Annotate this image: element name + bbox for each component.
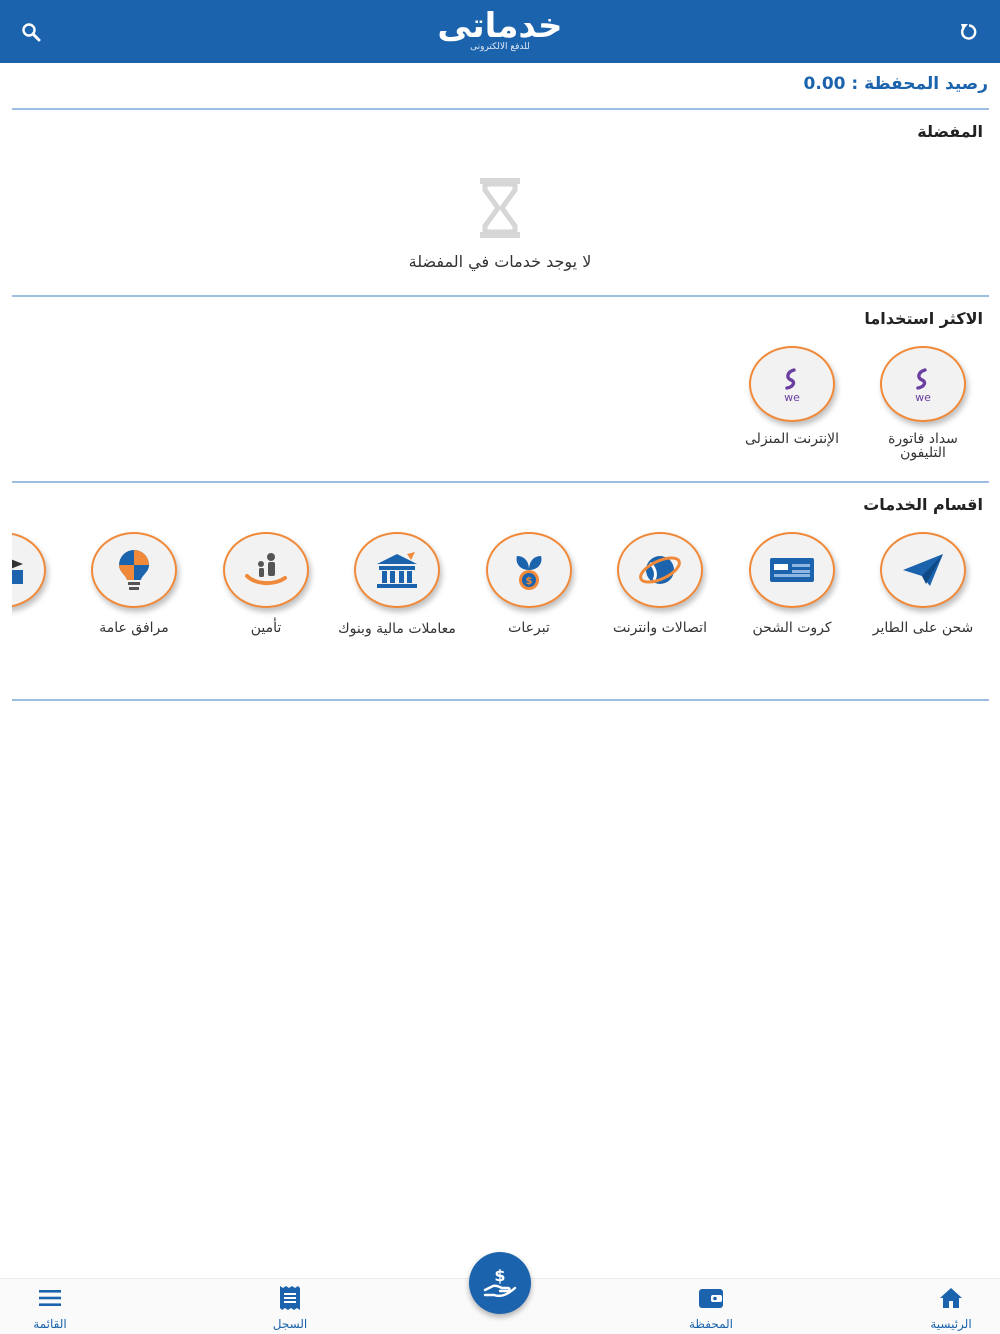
pay-fab-button[interactable]: $ <box>469 1252 531 1314</box>
refresh-button[interactable] <box>958 21 980 43</box>
divider <box>12 295 989 297</box>
category-label: تع <box>12 616 63 640</box>
nav-history[interactable]: السجل <box>235 1285 345 1331</box>
nav-home-label: الرئيسية <box>930 1317 972 1331</box>
nav-home[interactable]: الرئيسية <box>896 1285 1000 1331</box>
most-used-item-phone-bill[interactable]: we سداد فاتورة التليفون <box>863 346 983 460</box>
lightbulb-icon <box>91 532 177 608</box>
logo-subtext: للدفع الالكترونى <box>470 42 530 52</box>
we-logo-icon: we <box>749 346 835 422</box>
svg-text:we: we <box>784 391 800 404</box>
category-fly-charge[interactable]: شحن على الطاير <box>863 532 983 640</box>
nav-wallet-label: المحفظة <box>688 1317 734 1331</box>
home-icon <box>896 1285 1000 1311</box>
most-used-label: الإنترنت المنزلى <box>745 431 839 447</box>
category-education[interactable]: تع <box>12 532 63 640</box>
we-logo-icon: we <box>880 346 966 422</box>
category-label: مرافق عامة <box>99 620 169 636</box>
logo-text: خدماتى <box>437 6 563 46</box>
favorites-title: المفضلة <box>917 122 983 141</box>
donation-plant-icon: $ <box>486 532 572 608</box>
svg-text:$: $ <box>494 1266 505 1285</box>
recharge-card-icon <box>749 532 835 608</box>
search-button[interactable] <box>20 21 42 43</box>
nav-wallet[interactable]: المحفظة <box>656 1285 766 1331</box>
favorites-empty-text: لا يوجد خدمات في المفضلة <box>408 252 592 271</box>
hourglass-icon <box>480 178 520 238</box>
refresh-icon <box>961 23 977 40</box>
most-used-item-home-internet[interactable]: we الإنترنت المنزلى <box>732 346 852 446</box>
app-logo: خدماتى للدفع الالكترونى <box>437 6 563 56</box>
categories-title: اقسام الخدمات <box>863 495 983 514</box>
pay-hand-icon: $ <box>483 1266 517 1298</box>
menu-icon <box>0 1285 105 1311</box>
paper-plane-icon <box>880 532 966 608</box>
category-telecom[interactable]: اتصالات وانترنت <box>600 532 720 640</box>
divider <box>12 699 989 701</box>
bank-icon <box>354 532 440 608</box>
category-public-utilities[interactable]: مرافق عامة <box>74 532 194 640</box>
categories-strip[interactable]: شحن على الطاير كروت الشحن اتصالات وانترن… <box>12 530 1000 680</box>
svg-text:$: $ <box>526 576 533 587</box>
category-label: معاملات مالية وبنوك <box>338 621 456 637</box>
telecom-globe-icon <box>617 532 703 608</box>
category-insurance[interactable]: تأمين <box>206 532 326 640</box>
favorites-empty-state: لا يوجد خدمات في المفضلة <box>0 176 1000 271</box>
category-label: شحن على الطاير <box>872 620 974 636</box>
category-label: كروت الشحن <box>752 620 832 636</box>
most-used-title: الاكثر استخداما <box>864 309 983 328</box>
wallet-balance: رصيد المحفظة : 0.00 <box>803 74 988 94</box>
category-recharge-cards[interactable]: كروت الشحن <box>732 532 852 640</box>
category-donations[interactable]: $ تبرعات <box>469 532 589 640</box>
nav-history-label: السجل <box>272 1317 308 1331</box>
wallet-icon <box>656 1285 766 1311</box>
education-icon <box>12 532 46 608</box>
divider <box>12 481 989 483</box>
nav-menu-label: القائمة <box>33 1317 67 1331</box>
nav-menu[interactable]: القائمة <box>0 1285 105 1331</box>
most-used-label: سداد فاتورة التليفون <box>888 431 958 461</box>
category-label: تبرعات <box>508 620 550 636</box>
top-app-bar: خدماتى للدفع الالكترونى <box>0 0 1000 63</box>
app-root: خدماتى للدفع الالكترونى رصيد المحفظة : 0… <box>0 0 1000 1334</box>
divider <box>12 108 989 110</box>
insurance-family-icon <box>223 532 309 608</box>
category-finance-banks[interactable]: معاملات مالية وبنوك <box>337 532 457 642</box>
svg-text:we: we <box>915 391 931 404</box>
category-label: اتصالات وانترنت <box>613 620 707 636</box>
receipt-icon <box>235 1285 345 1311</box>
category-label: تأمين <box>250 620 282 636</box>
search-icon <box>22 22 41 41</box>
